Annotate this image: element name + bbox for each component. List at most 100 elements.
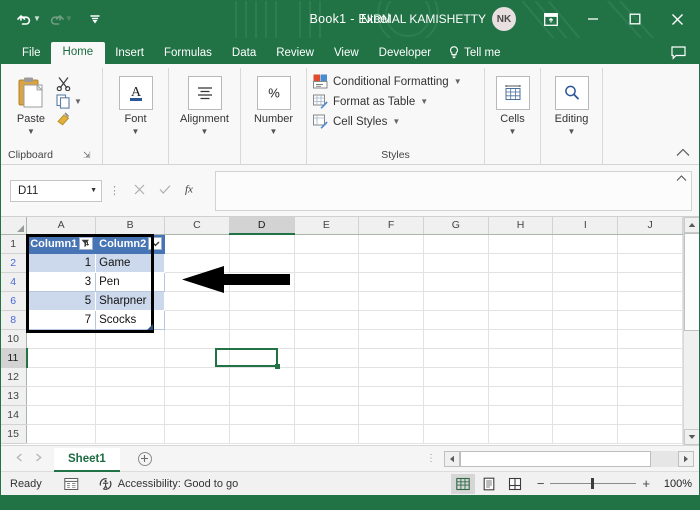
column-header-b[interactable]: B (95, 217, 166, 235)
cell-f14[interactable] (358, 405, 424, 425)
cell-styles-button[interactable]: Cell Styles ▼ (313, 114, 478, 129)
row-header-13[interactable]: 13 (0, 386, 28, 406)
format-as-table-caret-icon[interactable]: ▼ (420, 97, 428, 106)
cell-a10[interactable] (26, 329, 97, 349)
format-as-table-button[interactable]: Format as Table ▼ (313, 94, 478, 109)
cell-f13[interactable] (358, 386, 424, 406)
redo-button[interactable]: ▼ (46, 11, 76, 28)
cell-i4[interactable] (552, 272, 619, 292)
cell-g1[interactable] (423, 234, 489, 254)
cell-h4[interactable] (488, 272, 554, 292)
cancel-button[interactable] (134, 184, 145, 197)
cell-i8[interactable] (552, 310, 619, 330)
column-header-d[interactable]: D (229, 217, 295, 235)
column-header-e[interactable]: E (294, 217, 360, 235)
cell-a2[interactable]: 1 (26, 253, 97, 273)
row-header-11[interactable]: 11 (0, 348, 28, 368)
row-header-6[interactable]: 6 (0, 291, 28, 311)
add-sheet-button[interactable] (137, 451, 152, 466)
cell-a4[interactable]: 3 (26, 272, 97, 292)
filter-dropdown-button-col2[interactable] (148, 237, 163, 250)
cell-b12[interactable] (95, 367, 166, 387)
cell-c14[interactable] (164, 405, 230, 425)
cell-e14[interactable] (294, 405, 360, 425)
clipboard-dialog-launcher[interactable]: ⇲ (83, 150, 91, 161)
cells-box[interactable] (495, 76, 530, 110)
cell-i1[interactable] (552, 234, 619, 254)
column-header-c[interactable]: C (164, 217, 230, 235)
cell-g11[interactable] (423, 348, 489, 368)
cell-j15[interactable] (617, 424, 683, 444)
cell-d14[interactable] (229, 405, 295, 425)
ribbon-display-options-button[interactable] (530, 0, 572, 38)
cell-h6[interactable] (488, 291, 554, 311)
horizontal-scroll-thumb[interactable] (460, 450, 651, 467)
vertical-scroll-thumb[interactable] (684, 233, 700, 331)
cell-g14[interactable] (423, 405, 489, 425)
horizontal-scrollbar[interactable] (444, 450, 694, 467)
cell-e12[interactable] (294, 367, 360, 387)
cell-c10[interactable] (164, 329, 230, 349)
cell-a11[interactable] (26, 348, 97, 368)
row-header-8[interactable]: 8 (0, 310, 28, 330)
cell-e6[interactable] (294, 291, 360, 311)
row-header-15[interactable]: 15 (0, 424, 28, 444)
cell-b10[interactable] (95, 329, 166, 349)
cell-j13[interactable] (617, 386, 683, 406)
vertical-scrollbar[interactable] (683, 217, 700, 445)
cell-h12[interactable] (488, 367, 554, 387)
row-header-1[interactable]: 1 (0, 234, 28, 254)
number-button[interactable]: % Number ▼ (247, 72, 300, 136)
collapse-ribbon-button[interactable] (676, 146, 690, 160)
conditional-formatting-button[interactable]: Conditional Formatting ▼ (313, 74, 478, 89)
maximize-button[interactable] (614, 0, 656, 38)
cell-c8[interactable] (164, 310, 230, 330)
zoom-in-button[interactable]: + (642, 477, 650, 490)
cell-j8[interactable] (617, 310, 683, 330)
cell-e15[interactable] (294, 424, 360, 444)
cell-f12[interactable] (358, 367, 424, 387)
conditional-formatting-caret-icon[interactable]: ▼ (454, 77, 462, 86)
formula-input[interactable] (215, 170, 692, 211)
cell-d8[interactable] (229, 310, 295, 330)
cell-j11[interactable] (617, 348, 683, 368)
cell-a8[interactable]: 7 (26, 310, 97, 330)
horizontal-scroll-track[interactable] (460, 450, 678, 467)
cell-e2[interactable] (294, 253, 360, 273)
cell-e13[interactable] (294, 386, 360, 406)
tab-data[interactable]: Data (222, 44, 266, 65)
cell-e8[interactable] (294, 310, 360, 330)
cell-styles-caret-icon[interactable]: ▼ (392, 117, 400, 126)
tell-me-search[interactable]: Tell me (449, 46, 501, 64)
cell-b4[interactable]: Pen (95, 272, 166, 292)
scroll-down-button[interactable] (684, 429, 700, 445)
column-header-a[interactable]: A (26, 217, 97, 235)
editing-box[interactable] (554, 76, 589, 110)
cell-f8[interactable] (358, 310, 424, 330)
cell-j4[interactable] (617, 272, 683, 292)
tab-home[interactable]: Home (50, 41, 106, 64)
format-painter-button[interactable] (56, 112, 82, 127)
column-header-h[interactable]: H (488, 217, 554, 235)
cell-d12[interactable] (229, 367, 295, 387)
column-header-j[interactable]: J (617, 217, 683, 235)
cell-b15[interactable] (95, 424, 166, 444)
cell-g4[interactable] (423, 272, 489, 292)
cell-a13[interactable] (26, 386, 97, 406)
scroll-right-button[interactable] (678, 450, 694, 467)
row-header-14[interactable]: 14 (0, 405, 28, 425)
cell-b2[interactable]: Game (95, 253, 166, 273)
cell-b8[interactable]: Scocks (95, 310, 166, 330)
previous-sheet-button[interactable] (16, 453, 23, 464)
normal-view-button[interactable] (450, 473, 475, 494)
copy-button[interactable]: ▼ (56, 94, 82, 109)
tab-developer[interactable]: Developer (369, 44, 441, 65)
minimize-button[interactable] (572, 0, 614, 38)
insert-function-button[interactable]: fx (185, 182, 200, 199)
cell-a12[interactable] (26, 367, 97, 387)
cell-a1[interactable]: Column1 (26, 234, 97, 254)
cell-h11[interactable] (488, 348, 554, 368)
alignment-button[interactable]: Alignment ▼ (175, 72, 234, 136)
cell-h10[interactable] (488, 329, 554, 349)
vertical-scroll-track[interactable] (684, 233, 700, 429)
